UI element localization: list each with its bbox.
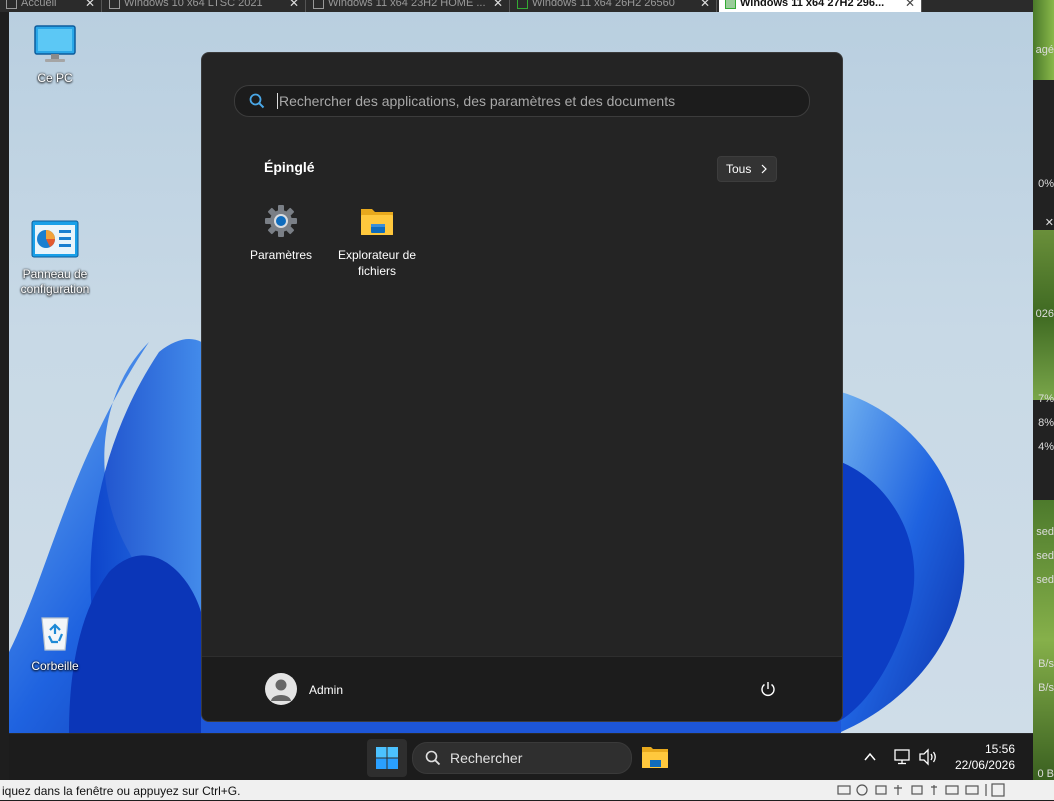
taskbar-clock[interactable]: 15:56 22/06/2026 — [939, 741, 1015, 773]
vm-tab-win11-23h2[interactable]: Windows 11 x64 23H2 HOME ... ✕ — [307, 0, 510, 12]
settings-gear-icon — [265, 205, 297, 237]
vm-tab-win10[interactable]: Windows 10 x64 LTSC 2021 ✕ — [103, 0, 306, 12]
vm-icon — [109, 0, 120, 9]
close-icon[interactable]: ✕ — [905, 0, 915, 12]
control-panel-icon — [31, 220, 79, 258]
start-search-input[interactable] — [277, 86, 799, 116]
host-right-panel: agé 0% ✕ 026 7% 8% 4% sed sed sed B/s B/… — [1033, 0, 1054, 780]
desktop-icon-control-panel[interactable]: Panneau de configuration — [9, 220, 101, 297]
close-icon[interactable]: ✕ — [700, 0, 710, 12]
panel-fragment: 026 — [1035, 308, 1054, 320]
network-icon[interactable] — [893, 748, 911, 766]
panel-fragment: B/s — [1038, 682, 1054, 694]
close-icon[interactable]: ✕ — [85, 0, 95, 12]
clock-time: 15:56 — [984, 742, 1015, 756]
pinned-app-file-explorer[interactable]: Explorateur de fichiers — [331, 203, 423, 279]
clock-date: 22/06/2026 — [954, 758, 1015, 772]
taskbar-search-label: Rechercher — [450, 750, 523, 766]
search-icon — [425, 750, 441, 766]
vm-running-icon — [517, 0, 528, 9]
power-icon[interactable] — [758, 679, 778, 699]
pinned-app-label: Explorateur de fichiers — [337, 248, 417, 278]
start-menu-footer: Admin — [202, 656, 842, 721]
panel-fragment: sed — [1036, 574, 1054, 586]
user-name[interactable]: Admin — [309, 683, 343, 697]
panel-fragment: sed — [1036, 550, 1054, 562]
recycle-bin-icon — [41, 617, 69, 651]
close-icon[interactable]: ✕ — [493, 0, 503, 12]
close-icon[interactable]: ✕ — [1033, 216, 1054, 229]
folder-icon — [361, 209, 393, 235]
vm-tab-label: Windows 11 x64 23H2 HOME ... — [328, 0, 486, 9]
vm-running-icon — [725, 0, 736, 9]
panel-fragment: 0% — [1038, 178, 1054, 190]
panel-fragment: sed — [1036, 526, 1054, 538]
start-button[interactable] — [367, 739, 407, 777]
start-search-box[interactable] — [234, 85, 810, 117]
pinned-app-settings[interactable]: Paramètres — [235, 203, 327, 263]
vm-icon — [313, 0, 324, 9]
desktop-icon-recycle-bin[interactable]: Corbeille — [9, 612, 101, 673]
taskbar-file-explorer-icon[interactable] — [641, 744, 669, 770]
vm-tab-label: Windows 10 x64 LTSC 2021 — [124, 0, 263, 9]
panel-fragment: 4% — [1038, 441, 1054, 453]
chevron-right-icon — [761, 164, 767, 174]
vm-tab-win11-26h2[interactable]: Windows 11 x64 26H2 26560 ✕ — [511, 0, 717, 12]
search-icon — [249, 93, 265, 109]
home-icon — [6, 0, 17, 9]
vm-tab-strip: Accueil ✕ Windows 10 x64 LTSC 2021 ✕ Win… — [0, 0, 1033, 12]
user-avatar[interactable] — [265, 673, 297, 705]
panel-image-strip — [1033, 0, 1054, 80]
panel-fragment: B/s — [1038, 658, 1054, 670]
volume-icon[interactable] — [918, 748, 938, 766]
vm-tab-label: Accueil — [21, 0, 57, 9]
all-apps-label: Tous — [726, 162, 752, 176]
windows-logo-icon — [376, 747, 398, 769]
desktop-icon-label: Ce PC — [37, 71, 73, 85]
vm-tab-label: Windows 11 x64 26H2 26560 — [532, 0, 675, 9]
vm-tab-home[interactable]: Accueil ✕ — [0, 0, 102, 12]
close-icon[interactable]: ✕ — [289, 0, 299, 12]
host-status-bar: iquez dans la fenêtre ou appuyez sur Ctr… — [0, 780, 1054, 800]
panel-image-strip — [1033, 500, 1054, 780]
device-status-icons[interactable] — [836, 783, 1016, 797]
vm-tab-label: Windows 11 x64 27H2 296... — [740, 0, 885, 9]
desktop-icon-label: Corbeille — [31, 659, 79, 673]
panel-fragment: 0 B — [1037, 768, 1054, 780]
monitor-icon — [34, 25, 76, 62]
panel-fragment: 8% — [1038, 417, 1054, 429]
desktop-icon-label: Panneau de configuration — [20, 267, 90, 296]
pinned-section-title: Épinglé — [264, 159, 315, 175]
taskbar: Rechercher 15:56 22/06/2026 — [9, 733, 1033, 781]
all-apps-button[interactable]: Tous — [717, 156, 777, 182]
status-hint: iquez dans la fenêtre ou appuyez sur Ctr… — [2, 784, 241, 798]
taskbar-search[interactable]: Rechercher — [412, 742, 632, 774]
chevron-up-icon[interactable] — [863, 750, 877, 764]
user-icon — [271, 679, 291, 701]
vm-tab-win11-27h2[interactable]: Windows 11 x64 27H2 296... ✕ — [719, 0, 922, 12]
panel-fragment: agé — [1035, 44, 1054, 56]
vm-desktop[interactable]: Ce PC Panneau de configuration Corbeille — [9, 12, 1033, 733]
panel-fragment: 7% — [1038, 393, 1054, 405]
pinned-app-label: Paramètres — [249, 248, 313, 262]
desktop-icon-this-pc[interactable]: Ce PC — [9, 24, 101, 85]
start-menu: Épinglé Tous — [201, 52, 843, 722]
